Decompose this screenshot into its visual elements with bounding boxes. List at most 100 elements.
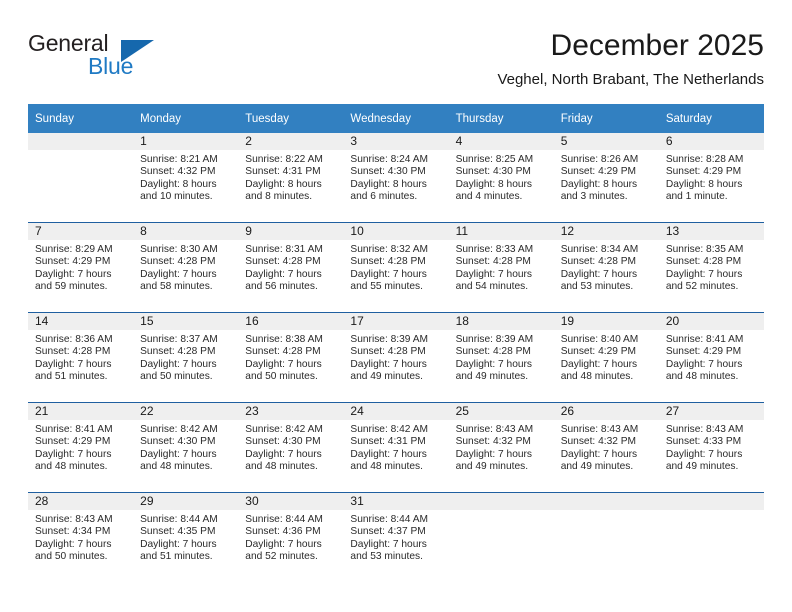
calendar-day-cell[interactable]: 21 Sunrise: 8:41 AM Sunset: 4:29 PM Dayligh… [28,402,134,493]
day-cell-content: 27 Sunrise: 8:43 AM Sunset: 4:33 PM Dayligh… [658,403,764,492]
daylight-duration-line1: Daylight: 7 hours [245,268,322,280]
calendar-day-cell[interactable]: 20 Sunrise: 8:41 AM Sunset: 4:29 PM Dayligh… [658,312,764,403]
daylight-duration-line2: and 50 minutes. [140,370,213,382]
calendar-day-cell[interactable]: 4 Sunrise: 8:25 AM Sunset: 4:30 PM Daylight… [448,133,554,223]
day-cell-content: 21 Sunrise: 8:41 AM Sunset: 4:29 PM Dayligh… [28,403,134,492]
day-sun-info: Sunrise: 8:36 AM Sunset: 4:28 PM Daylight:… [28,330,133,383]
daylight-duration-line2: and 52 minutes. [665,280,739,292]
calendar-day-cell [448,492,554,582]
calendar-day-cell[interactable]: 7 Sunrise: 8:29 AM Sunset: 4:29 PM Daylight… [28,222,134,313]
day-number [448,493,554,510]
daylight-duration-line1: Daylight: 7 hours [245,538,322,550]
day-number: 6 [658,133,764,150]
sunset-time: Sunset: 4:31 PM [350,436,426,448]
calendar-day-cell[interactable]: 13 Sunrise: 8:35 AM Sunset: 4:28 PM Dayligh… [658,222,764,313]
day-cell-content: 18 Sunrise: 8:39 AM Sunset: 4:28 PM Dayligh… [448,313,554,402]
daylight-duration-line1: Daylight: 7 hours [665,268,743,280]
calendar-week-row: 1 Sunrise: 8:21 AM Sunset: 4:32 PM Daylight… [28,133,764,223]
daylight-duration-line2: and 51 minutes. [140,550,213,562]
sunset-time: Sunset: 4:28 PM [140,346,216,358]
calendar-day-cell[interactable]: 28 Sunrise: 8:43 AM Sunset: 4:34 PM Dayligh… [28,492,134,582]
calendar-day-cell[interactable]: 15 Sunrise: 8:37 AM Sunset: 4:28 PM Dayligh… [133,312,239,403]
daylight-duration-line2: and 48 minutes. [560,370,634,382]
day-sun-info: Sunrise: 8:38 AM Sunset: 4:28 PM Daylight:… [238,330,343,383]
day-sun-info: Sunrise: 8:37 AM Sunset: 4:28 PM Daylight:… [133,330,238,383]
daylight-duration-line2: and 10 minutes. [140,190,213,202]
calendar-day-cell[interactable]: 11 Sunrise: 8:33 AM Sunset: 4:28 PM Dayligh… [448,222,554,313]
sunset-time: Sunset: 4:29 PM [665,166,742,178]
daylight-duration-line2: and 53 minutes. [350,550,423,562]
calendar-day-cell[interactable]: 26 Sunrise: 8:43 AM Sunset: 4:32 PM Dayligh… [553,402,659,493]
day-sun-info: Sunrise: 8:40 AM Sunset: 4:29 PM Daylight:… [554,330,659,383]
daylight-duration-line1: Daylight: 7 hours [560,448,638,460]
calendar-week-row: 7 Sunrise: 8:29 AM Sunset: 4:29 PM Daylight… [28,222,764,313]
daylight-duration-line2: and 53 minutes. [560,280,634,292]
day-cell-content: 10 Sunrise: 8:32 AM Sunset: 4:28 PM Dayligh… [343,223,449,312]
day-cell-content: 24 Sunrise: 8:42 AM Sunset: 4:31 PM Dayligh… [343,403,449,492]
calendar-day-cell[interactable]: 2 Sunrise: 8:22 AM Sunset: 4:31 PM Daylight… [238,133,344,223]
calendar-day-cell[interactable]: 23 Sunrise: 8:42 AM Sunset: 4:30 PM Dayligh… [238,402,344,493]
day-cell-content: 11 Sunrise: 8:33 AM Sunset: 4:28 PM Dayligh… [448,223,554,312]
calendar-day-cell[interactable]: 30 Sunrise: 8:44 AM Sunset: 4:36 PM Dayligh… [238,492,344,582]
page-header: General Blue December 2025 Veghel, North… [28,28,764,100]
day-cell-content: 8 Sunrise: 8:30 AM Sunset: 4:28 PM Daylight… [133,223,239,312]
sunrise-time: Sunrise: 8:33 AM [455,244,534,255]
calendar-day-cell[interactable]: 22 Sunrise: 8:42 AM Sunset: 4:30 PM Dayligh… [133,402,239,493]
day-sun-info: Sunrise: 8:44 AM Sunset: 4:35 PM Daylight:… [133,510,238,563]
sunrise-time: Sunrise: 8:43 AM [35,514,113,525]
calendar-day-cell[interactable]: 29 Sunrise: 8:44 AM Sunset: 4:35 PM Dayligh… [133,492,239,582]
weekday-header-row: Sunday Monday Tuesday Wednesday Thursday… [28,104,764,133]
day-cell-content [553,493,659,582]
day-number: 25 [448,403,554,420]
calendar-day-cell[interactable]: 5 Sunrise: 8:26 AM Sunset: 4:29 PM Daylight… [553,133,659,223]
calendar-day-cell[interactable]: 25 Sunrise: 8:43 AM Sunset: 4:32 PM Dayligh… [448,402,554,493]
day-number: 8 [133,223,239,240]
calendar-day-cell[interactable]: 10 Sunrise: 8:32 AM Sunset: 4:28 PM Dayligh… [343,222,449,313]
daylight-duration-line1: Daylight: 7 hours [140,448,217,460]
calendar-day-cell[interactable]: 24 Sunrise: 8:42 AM Sunset: 4:31 PM Dayligh… [343,402,449,493]
day-cell-content: 29 Sunrise: 8:44 AM Sunset: 4:35 PM Dayligh… [133,493,239,582]
calendar-day-cell[interactable]: 12 Sunrise: 8:34 AM Sunset: 4:28 PM Dayligh… [553,222,659,313]
weekday-header-saturday: Saturday [658,104,764,133]
sunset-time: Sunset: 4:37 PM [350,526,426,538]
day-sun-info: Sunrise: 8:43 AM Sunset: 4:34 PM Daylight:… [28,510,133,563]
day-cell-content: 3 Sunrise: 8:24 AM Sunset: 4:30 PM Daylight… [343,133,449,222]
day-number: 7 [28,223,134,240]
sunrise-time: Sunrise: 8:34 AM [560,244,639,255]
logo-text-blue: Blue [88,53,134,79]
sunset-time: Sunset: 4:35 PM [140,526,216,538]
day-sun-info: Sunrise: 8:30 AM Sunset: 4:28 PM Daylight:… [133,240,238,293]
calendar-day-cell[interactable]: 9 Sunrise: 8:31 AM Sunset: 4:28 PM Daylight… [238,222,344,313]
sunrise-time: Sunrise: 8:38 AM [245,334,323,345]
day-number: 24 [343,403,449,420]
calendar-body: 1 Sunrise: 8:21 AM Sunset: 4:32 PM Daylight… [28,133,764,582]
daylight-duration-line2: and 48 minutes. [140,460,213,472]
sunrise-time: Sunrise: 8:24 AM [350,154,429,165]
calendar-table: Sunday Monday Tuesday Wednesday Thursday… [28,104,764,582]
calendar-day-cell[interactable]: 16 Sunrise: 8:38 AM Sunset: 4:28 PM Dayligh… [238,312,344,403]
sunset-time: Sunset: 4:32 PM [455,436,531,448]
daylight-duration-line1: Daylight: 7 hours [245,358,322,370]
calendar-day-cell[interactable]: 31 Sunrise: 8:44 AM Sunset: 4:37 PM Dayligh… [343,492,449,582]
daylight-duration-line2: and 4 minutes. [455,190,523,202]
day-number: 2 [238,133,344,150]
calendar-day-cell[interactable]: 3 Sunrise: 8:24 AM Sunset: 4:30 PM Daylight… [343,133,449,223]
calendar-day-cell[interactable]: 14 Sunrise: 8:36 AM Sunset: 4:28 PM Dayligh… [28,312,134,403]
day-number: 3 [343,133,449,150]
page-title: December 2025 [550,29,764,62]
day-sun-info: Sunrise: 8:32 AM Sunset: 4:28 PM Daylight:… [343,240,448,293]
calendar-day-cell[interactable]: 18 Sunrise: 8:39 AM Sunset: 4:28 PM Dayligh… [448,312,554,403]
calendar-day-cell[interactable]: 6 Sunrise: 8:28 AM Sunset: 4:29 PM Daylight… [658,133,764,223]
daylight-duration-line1: Daylight: 8 hours [560,178,638,190]
calendar-day-cell[interactable]: 19 Sunrise: 8:40 AM Sunset: 4:29 PM Dayligh… [553,312,659,403]
calendar-day-cell[interactable]: 8 Sunrise: 8:30 AM Sunset: 4:28 PM Daylight… [133,222,239,313]
calendar-day-cell[interactable]: 1 Sunrise: 8:21 AM Sunset: 4:32 PM Daylight… [133,133,239,223]
calendar-day-cell[interactable]: 27 Sunrise: 8:43 AM Sunset: 4:33 PM Dayligh… [658,402,764,493]
calendar-day-cell[interactable]: 17 Sunrise: 8:39 AM Sunset: 4:28 PM Dayligh… [343,312,449,403]
sunrise-time: Sunrise: 8:43 AM [560,424,639,435]
day-number: 1 [133,133,239,150]
calendar-day-cell [658,492,764,582]
day-number: 30 [238,493,344,510]
daylight-duration-line1: Daylight: 7 hours [140,358,217,370]
day-number: 14 [28,313,134,330]
